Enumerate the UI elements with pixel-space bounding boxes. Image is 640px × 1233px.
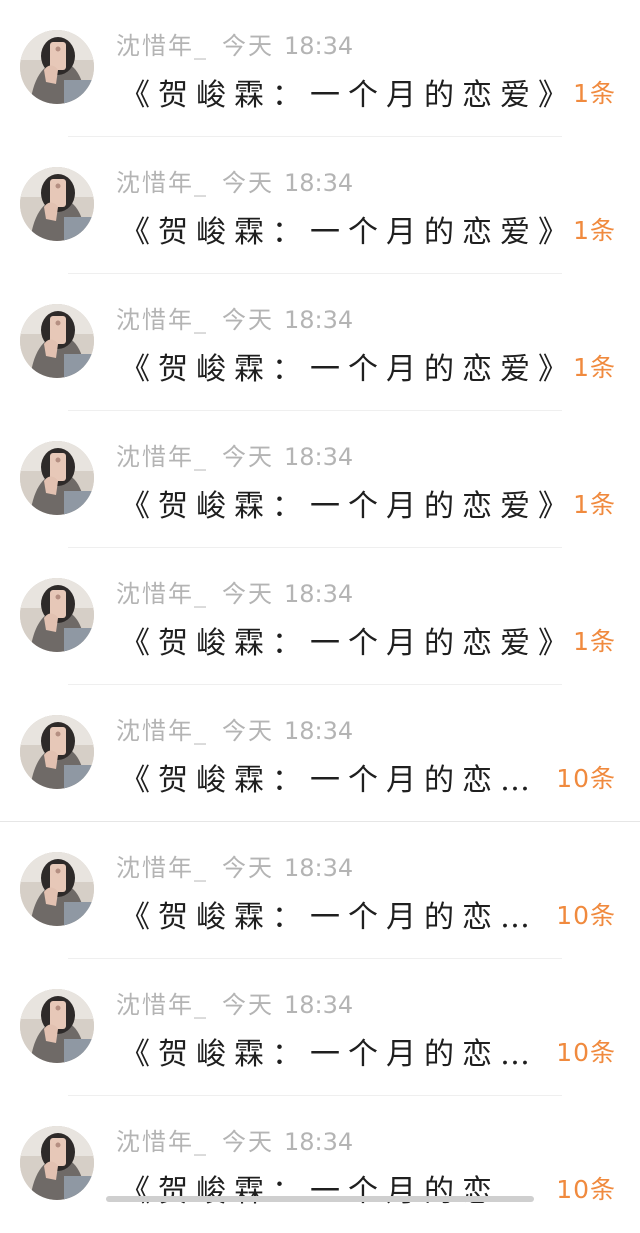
message-title: 《贺峻霖：一个月的恋… [120, 763, 538, 798]
list-item[interactable]: 沈惜年_ 今天 18:34 《贺峻霖：一个月的恋… 10条 [0, 1096, 640, 1233]
avatar[interactable] [20, 1126, 94, 1200]
message-day: 今天 [222, 991, 274, 1019]
avatar[interactable] [20, 441, 94, 515]
message-title: 《贺峻霖：一个月的恋爱》 [120, 489, 576, 524]
message-title: 《贺峻霖：一个月的恋爱》 [120, 626, 576, 661]
message-day: 今天 [222, 32, 274, 60]
message-count: 1条 [573, 216, 616, 245]
list-item[interactable]: 沈惜年_ 今天 18:34 《贺峻霖：一个月的恋爱》 1条 [0, 548, 640, 685]
list-item[interactable]: 沈惜年_ 今天 18:34 《贺峻霖：一个月的恋爱》 1条 [0, 411, 640, 548]
avatar[interactable] [20, 30, 94, 104]
author-name: 沈惜年_ [116, 854, 208, 882]
message-time: 18:34 [284, 854, 354, 882]
message-meta: 沈惜年_ 今天 18:34 [116, 437, 353, 472]
message-title: 《贺峻霖：一个月的恋爱》 [120, 215, 576, 250]
list-item[interactable]: 沈惜年_ 今天 18:34 《贺峻霖：一个月的恋… 10条 [0, 822, 640, 959]
message-title: 《贺峻霖：一个月的恋爱》 [120, 78, 576, 113]
list-item[interactable]: 沈惜年_ 今天 18:34 《贺峻霖：一个月的恋爱》 1条 [0, 137, 640, 274]
avatar[interactable] [20, 989, 94, 1063]
message-count: 1条 [573, 79, 616, 108]
avatar[interactable] [20, 852, 94, 926]
message-title: 《贺峻霖：一个月的恋… [120, 900, 538, 935]
message-time: 18:34 [284, 306, 354, 334]
avatar[interactable] [20, 715, 94, 789]
message-meta: 沈惜年_ 今天 18:34 [116, 985, 353, 1020]
message-day: 今天 [222, 854, 274, 882]
message-count: 1条 [573, 353, 616, 382]
message-day: 今天 [222, 306, 274, 334]
message-meta: 沈惜年_ 今天 18:34 [116, 1122, 353, 1157]
author-name: 沈惜年_ [116, 443, 208, 471]
message-meta: 沈惜年_ 今天 18:34 [116, 163, 353, 198]
list-item[interactable]: 沈惜年_ 今天 18:34 《贺峻霖：一个月的恋爱》 1条 [0, 0, 640, 137]
message-title: 《贺峻霖：一个月的恋爱》 [120, 352, 576, 387]
message-meta: 沈惜年_ 今天 18:34 [116, 300, 353, 335]
message-day: 今天 [222, 580, 274, 608]
message-title: 《贺峻霖：一个月的恋… [120, 1174, 538, 1209]
message-count: 10条 [556, 1175, 616, 1204]
message-count: 10条 [556, 1038, 616, 1067]
message-day: 今天 [222, 443, 274, 471]
message-time: 18:34 [284, 580, 354, 608]
message-meta: 沈惜年_ 今天 18:34 [116, 711, 353, 746]
author-name: 沈惜年_ [116, 717, 208, 745]
horizontal-scrollbar[interactable] [106, 1196, 534, 1202]
author-name: 沈惜年_ [116, 991, 208, 1019]
message-count: 10条 [556, 764, 616, 793]
message-time: 18:34 [284, 717, 354, 745]
author-name: 沈惜年_ [116, 1128, 208, 1156]
avatar[interactable] [20, 167, 94, 241]
message-meta: 沈惜年_ 今天 18:34 [116, 26, 353, 61]
message-count: 10条 [556, 901, 616, 930]
message-time: 18:34 [284, 443, 354, 471]
avatar[interactable] [20, 578, 94, 652]
message-list: 沈惜年_ 今天 18:34 《贺峻霖：一个月的恋爱》 1条 沈惜年_ 今天 18:34 … [0, 0, 640, 1209]
list-item[interactable]: 沈惜年_ 今天 18:34 《贺峻霖：一个月的恋爱》 1条 [0, 274, 640, 411]
message-day: 今天 [222, 717, 274, 745]
message-meta: 沈惜年_ 今天 18:34 [116, 848, 353, 883]
message-meta: 沈惜年_ 今天 18:34 [116, 574, 353, 609]
message-time: 18:34 [284, 1128, 354, 1156]
author-name: 沈惜年_ [116, 32, 208, 60]
message-day: 今天 [222, 1128, 274, 1156]
author-name: 沈惜年_ [116, 580, 208, 608]
message-time: 18:34 [284, 991, 354, 1019]
avatar[interactable] [20, 304, 94, 378]
message-time: 18:34 [284, 169, 354, 197]
message-count: 1条 [573, 490, 616, 519]
message-time: 18:34 [284, 32, 354, 60]
message-title: 《贺峻霖：一个月的恋… [120, 1037, 538, 1072]
author-name: 沈惜年_ [116, 306, 208, 334]
message-count: 1条 [573, 627, 616, 656]
message-day: 今天 [222, 169, 274, 197]
list-item[interactable]: 沈惜年_ 今天 18:34 《贺峻霖：一个月的恋… 10条 [0, 685, 640, 822]
author-name: 沈惜年_ [116, 169, 208, 197]
list-item[interactable]: 沈惜年_ 今天 18:34 《贺峻霖：一个月的恋… 10条 [0, 959, 640, 1096]
